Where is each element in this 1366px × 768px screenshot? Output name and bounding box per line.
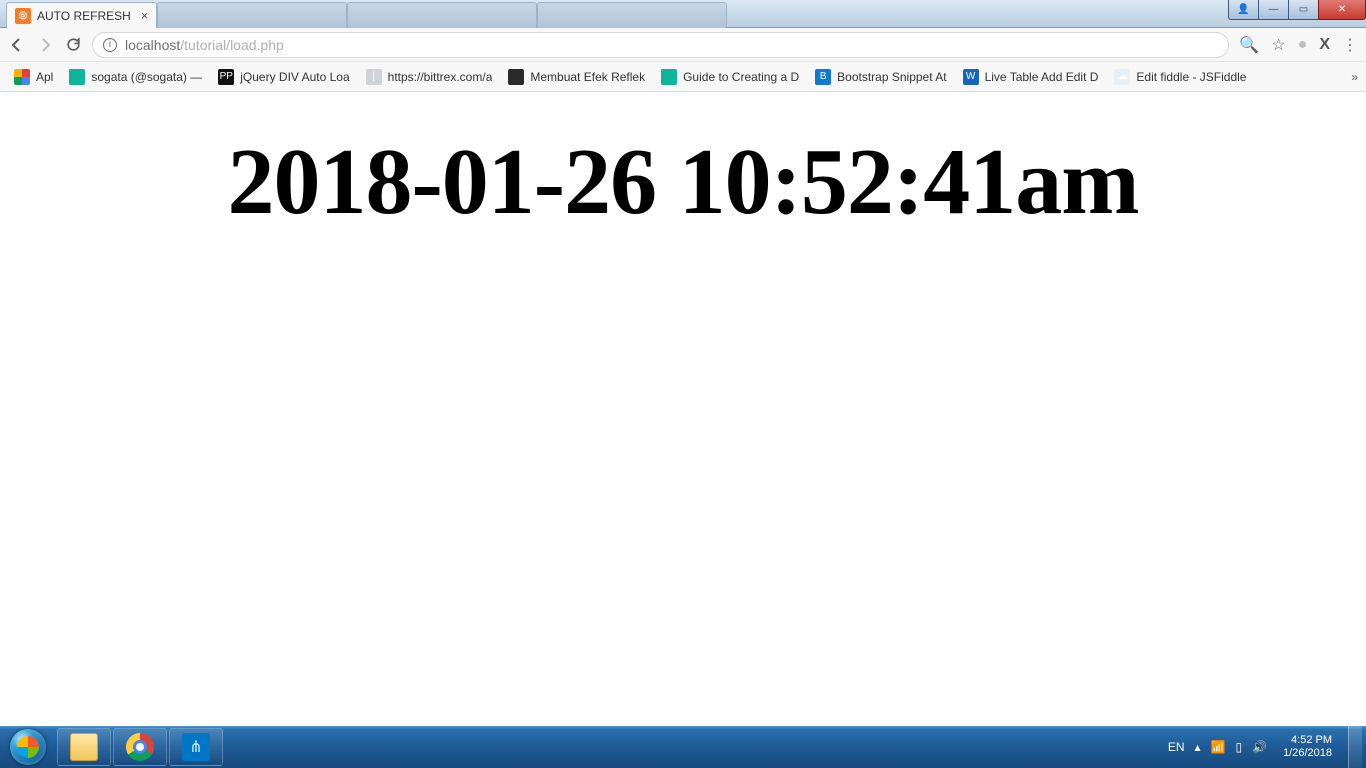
zoom-icon[interactable]: 🔍 [1239, 35, 1259, 55]
system-tray: EN ▴ 📶 ▯ 🔊 4:52 PM 1/26/2018 [1164, 726, 1366, 768]
close-button[interactable]: ✕ [1318, 0, 1366, 20]
url-display: localhost/tutorial/load.php [125, 37, 284, 53]
bookmark-favicon-icon [508, 69, 524, 85]
taskbar-chrome-button[interactable] [113, 728, 167, 766]
forward-button[interactable] [36, 36, 54, 54]
bookmark-favicon-icon: | [366, 69, 382, 85]
favicon-icon [546, 8, 562, 24]
language-indicator[interactable]: EN [1168, 740, 1185, 754]
bookmarks-overflow-icon[interactable]: » [1351, 70, 1358, 84]
back-button[interactable] [8, 36, 26, 54]
folder-icon [70, 733, 98, 761]
favicon-icon [166, 8, 182, 24]
info-icon[interactable]: i [103, 38, 117, 52]
minimize-button[interactable]: — [1258, 0, 1288, 20]
browser-tab-strip: ◎ AUTO REFRESH × [0, 0, 727, 28]
browser-tab-active[interactable]: ◎ AUTO REFRESH × [6, 2, 157, 28]
bookmark-item[interactable]: sogata (@sogata) — [63, 69, 208, 85]
clock-date: 1/26/2018 [1283, 747, 1332, 760]
maximize-button[interactable]: ▭ [1288, 0, 1318, 20]
start-button[interactable] [0, 726, 56, 768]
volume-icon[interactable]: 🔊 [1252, 740, 1267, 754]
bookmark-star-icon[interactable]: ☆ [1271, 35, 1285, 55]
browser-tab-inactive[interactable] [347, 2, 537, 28]
bookmark-favicon-icon: W [963, 69, 979, 85]
favicon-icon [356, 8, 372, 24]
browser-tab-inactive[interactable] [157, 2, 347, 28]
menu-icon[interactable]: ⋮ [1342, 35, 1358, 55]
tab-title: AUTO REFRESH [37, 9, 131, 23]
browser-tab-inactive[interactable] [537, 2, 727, 28]
user-button[interactable]: 👤 [1228, 0, 1258, 20]
page-viewport: 2018-01-26 10:52:41am [0, 92, 1366, 726]
tab-close-icon[interactable]: × [141, 8, 149, 23]
bookmark-item[interactable]: WLive Table Add Edit D [957, 69, 1105, 85]
bookmark-item[interactable]: PPjQuery DIV Auto Loa [212, 69, 355, 85]
bookmark-favicon-icon: B [815, 69, 831, 85]
tray-chevron-up-icon[interactable]: ▴ [1195, 740, 1201, 754]
clock-time: 4:52 PM [1283, 734, 1332, 747]
url-path: /tutorial/load.php [180, 37, 284, 53]
toolbar-right: 🔍 ☆ ● X ⋮ [1239, 35, 1358, 55]
reload-button[interactable] [64, 36, 82, 54]
window-controls: 👤 — ▭ ✕ [1228, 0, 1366, 20]
url-host: localhost [125, 37, 180, 53]
windows-taskbar: ⋔ EN ▴ 📶 ▯ 🔊 4:52 PM 1/26/2018 [0, 726, 1366, 768]
battery-icon[interactable]: ▯ [1236, 740, 1243, 754]
taskbar-clock[interactable]: 4:52 PM 1/26/2018 [1277, 734, 1338, 760]
network-icon[interactable]: 📶 [1211, 740, 1226, 754]
bookmark-item[interactable]: |https://bittrex.com/a [360, 69, 499, 85]
bookmark-favicon-icon: ☁ [1114, 69, 1130, 85]
bookmark-favicon-icon [661, 69, 677, 85]
bookmark-item[interactable]: BBootstrap Snippet At [809, 69, 952, 85]
apps-shortcut[interactable]: Apl [8, 69, 59, 85]
chrome-icon [126, 733, 154, 761]
window-titlebar: ◎ AUTO REFRESH × 👤 — ▭ ✕ [0, 0, 1366, 28]
xampp-icon: ◎ [15, 8, 31, 24]
extension-x-icon[interactable]: X [1319, 36, 1330, 54]
taskbar-vscode-button[interactable]: ⋔ [169, 728, 223, 766]
show-desktop-button[interactable] [1348, 726, 1362, 768]
taskbar-explorer-button[interactable] [57, 728, 111, 766]
extension-icon[interactable]: ● [1298, 36, 1308, 54]
address-bar[interactable]: i localhost/tutorial/load.php [92, 32, 1229, 58]
bookmark-favicon-icon [69, 69, 85, 85]
bookmarks-bar: Apl sogata (@sogata) — PPjQuery DIV Auto… [0, 62, 1366, 92]
bookmark-item[interactable]: Guide to Creating a D [655, 69, 805, 85]
bookmark-favicon-icon: PP [218, 69, 234, 85]
bookmark-item[interactable]: Membuat Efek Reflek [502, 69, 651, 85]
vscode-icon: ⋔ [182, 733, 210, 761]
bookmark-item[interactable]: ☁Edit fiddle - JSFiddle [1108, 69, 1252, 85]
browser-toolbar: i localhost/tutorial/load.php 🔍 ☆ ● X ⋮ [0, 28, 1366, 62]
page-heading: 2018-01-26 10:52:41am [0, 128, 1366, 236]
apps-icon [14, 69, 30, 85]
windows-orb-icon [10, 729, 46, 765]
